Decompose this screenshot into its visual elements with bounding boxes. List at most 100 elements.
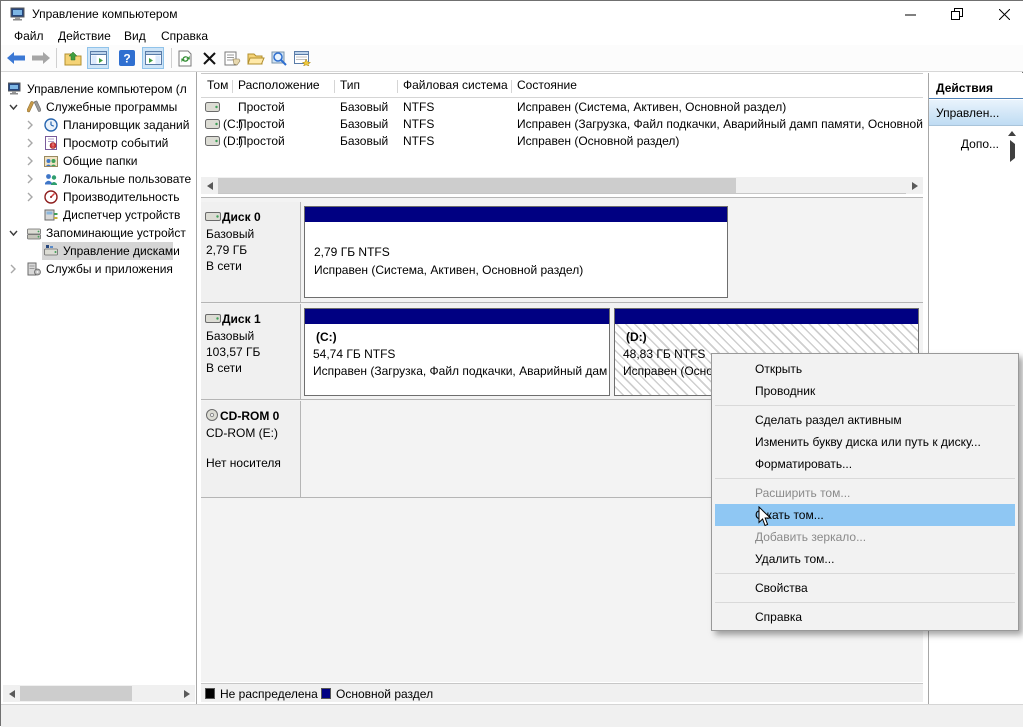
col-type[interactable]: Тип xyxy=(340,78,360,97)
volume-row[interactable]: (C:) Простой Базовый NTFS Исправен (Загр… xyxy=(201,116,923,132)
properties-button[interactable] xyxy=(221,47,243,69)
disk-state: В сети xyxy=(206,259,242,273)
scroll-right-arrow[interactable] xyxy=(178,685,195,702)
chevron-right-icon[interactable] xyxy=(25,120,35,130)
col-volume[interactable]: Том xyxy=(207,78,228,97)
tree-item-computer-management[interactable]: Управление компьютером (л xyxy=(1,80,197,98)
tree-item-performance[interactable]: Производительность xyxy=(1,188,197,206)
show-console-tree-button[interactable] xyxy=(87,47,109,69)
partition-color-strip xyxy=(615,309,918,324)
computer-icon xyxy=(8,82,22,96)
tree-item-device-manager[interactable]: Диспетчер устройств xyxy=(1,206,197,224)
volume-row[interactable]: (D:) Простой Базовый NTFS Исправен (Осно… xyxy=(201,133,923,149)
actions-group-label: Управлен... xyxy=(936,106,999,120)
services-icon xyxy=(27,262,41,276)
col-fs[interactable]: Файловая система xyxy=(403,78,508,97)
svg-text:?: ? xyxy=(123,52,130,66)
tree-item-services[interactable]: Службы и приложения xyxy=(1,260,197,278)
actions-group-disk-management[interactable]: Управлен... xyxy=(929,100,1023,126)
tree-horizontal-scrollbar[interactable] xyxy=(3,685,195,702)
disk-1-info[interactable]: Диск 1 Базовый 103,57 ГБ В сети xyxy=(201,304,301,399)
new-window-button[interactable] xyxy=(291,47,313,69)
tree-item-event-viewer[interactable]: ! Просмотр событий xyxy=(1,134,197,152)
chevron-right-icon[interactable] xyxy=(25,156,35,166)
chevron-right-icon[interactable] xyxy=(8,264,18,274)
tree-item-shared-folders[interactable]: Общие папки xyxy=(1,152,197,170)
back-button[interactable] xyxy=(5,47,27,69)
minimize-button[interactable] xyxy=(893,1,927,27)
performance-icon xyxy=(44,190,58,204)
chevron-right-icon[interactable] xyxy=(25,192,35,202)
col-status[interactable]: Состояние xyxy=(517,78,577,97)
menu-view[interactable]: Вид xyxy=(124,28,146,45)
partition-c[interactable]: (C:) 54,74 ГБ NTFS Исправен (Загрузка, Ф… xyxy=(304,308,610,396)
disk-0-partition[interactable]: 2,79 ГБ NTFS Исправен (Система, Активен,… xyxy=(304,206,728,298)
tree-item-disk-management[interactable]: Управление дисками xyxy=(1,242,197,260)
col-location[interactable]: Расположение xyxy=(238,78,320,97)
actions-more-label: Допо... xyxy=(961,133,999,155)
cell-status: Исправен (Система, Активен, Основной раз… xyxy=(517,99,786,115)
restore-button[interactable] xyxy=(940,1,974,27)
tree-item-local-users[interactable]: Локальные пользовате xyxy=(1,170,197,188)
menu-item-mark-active[interactable]: Сделать раздел активным xyxy=(712,409,1018,431)
shared-folders-icon xyxy=(44,154,58,168)
menu-help[interactable]: Справка xyxy=(161,28,208,45)
cell-status: Исправен (Загрузка, Файл подкачки, Авари… xyxy=(517,116,923,132)
menu-action[interactable]: Действие xyxy=(58,28,111,45)
cell-type: Базовый xyxy=(340,116,388,132)
cdrom-info[interactable]: CD-ROM 0 CD-ROM (E:) Нет носителя xyxy=(201,401,301,497)
actions-more-item[interactable]: Допо... xyxy=(929,133,1023,155)
open-button[interactable] xyxy=(245,47,267,69)
find-icon xyxy=(271,50,287,66)
actions-title: Действия xyxy=(929,77,1023,99)
scrollbar-thumb[interactable] xyxy=(20,686,132,701)
chevron-right-icon[interactable] xyxy=(25,174,35,184)
menu-item-properties[interactable]: Свойства xyxy=(712,577,1018,599)
disk-management-icon xyxy=(44,244,58,258)
scrollbar-thumb[interactable] xyxy=(218,178,736,193)
tree-item-system-tools[interactable]: Служебные программы xyxy=(1,98,197,116)
scroll-left-arrow[interactable] xyxy=(201,177,218,194)
find-button[interactable] xyxy=(268,47,290,69)
menu-item-help[interactable]: Справка xyxy=(712,606,1018,628)
menu-separator xyxy=(712,402,1018,409)
menu-item-open[interactable]: Открыть xyxy=(712,358,1018,380)
up-folder-button[interactable] xyxy=(62,47,84,69)
legend: Не распределена Основной раздел xyxy=(201,683,923,702)
delete-button[interactable] xyxy=(198,47,220,69)
title-bar: Управление компьютером xyxy=(1,1,1023,27)
chevron-down-icon[interactable] xyxy=(8,228,18,238)
tree-item-task-scheduler[interactable]: Планировщик заданий xyxy=(1,116,197,134)
partition-letter: (D:) xyxy=(626,330,647,344)
chevron-down-icon[interactable] xyxy=(8,102,18,112)
volume-row[interactable]: Простой Базовый NTFS Исправен (Система, … xyxy=(201,99,923,115)
disk-icon xyxy=(205,313,221,324)
open-icon xyxy=(247,51,265,65)
menu-separator xyxy=(712,570,1018,577)
menu-item-extend-volume: Расширить том... xyxy=(712,482,1018,504)
window-title: Управление компьютером xyxy=(32,7,177,21)
menu-item-change-letter[interactable]: Изменить букву диска или путь к диску... xyxy=(712,431,1018,453)
cell-type: Базовый xyxy=(340,99,388,115)
tree-item-storage[interactable]: Запоминающие устройст xyxy=(1,224,197,242)
menu-file[interactable]: Файл xyxy=(14,28,44,45)
volume-icon xyxy=(205,119,220,129)
forward-button[interactable] xyxy=(30,47,52,69)
menu-item-format[interactable]: Форматировать... xyxy=(712,453,1018,475)
close-button[interactable] xyxy=(987,1,1021,27)
refresh-button[interactable] xyxy=(174,47,196,69)
menu-item-add-mirror: Добавить зеркало... xyxy=(712,526,1018,548)
menu-item-explorer[interactable]: Проводник xyxy=(712,380,1018,402)
help-icon: ? xyxy=(119,50,135,66)
menu-item-delete-volume[interactable]: Удалить том... xyxy=(712,548,1018,570)
volume-list-horizontal-scrollbar[interactable] xyxy=(201,177,923,194)
app-icon xyxy=(10,6,26,22)
properties-icon xyxy=(224,51,241,66)
scroll-right-arrow[interactable] xyxy=(906,177,923,194)
show-action-pane-button[interactable] xyxy=(142,47,164,69)
disk-0-info[interactable]: Диск 0 Базовый 2,79 ГБ В сети xyxy=(201,202,301,302)
chevron-right-icon[interactable] xyxy=(25,138,35,148)
help-button[interactable]: ? xyxy=(116,47,138,69)
device-manager-icon xyxy=(44,208,58,222)
scroll-left-arrow[interactable] xyxy=(3,685,20,702)
